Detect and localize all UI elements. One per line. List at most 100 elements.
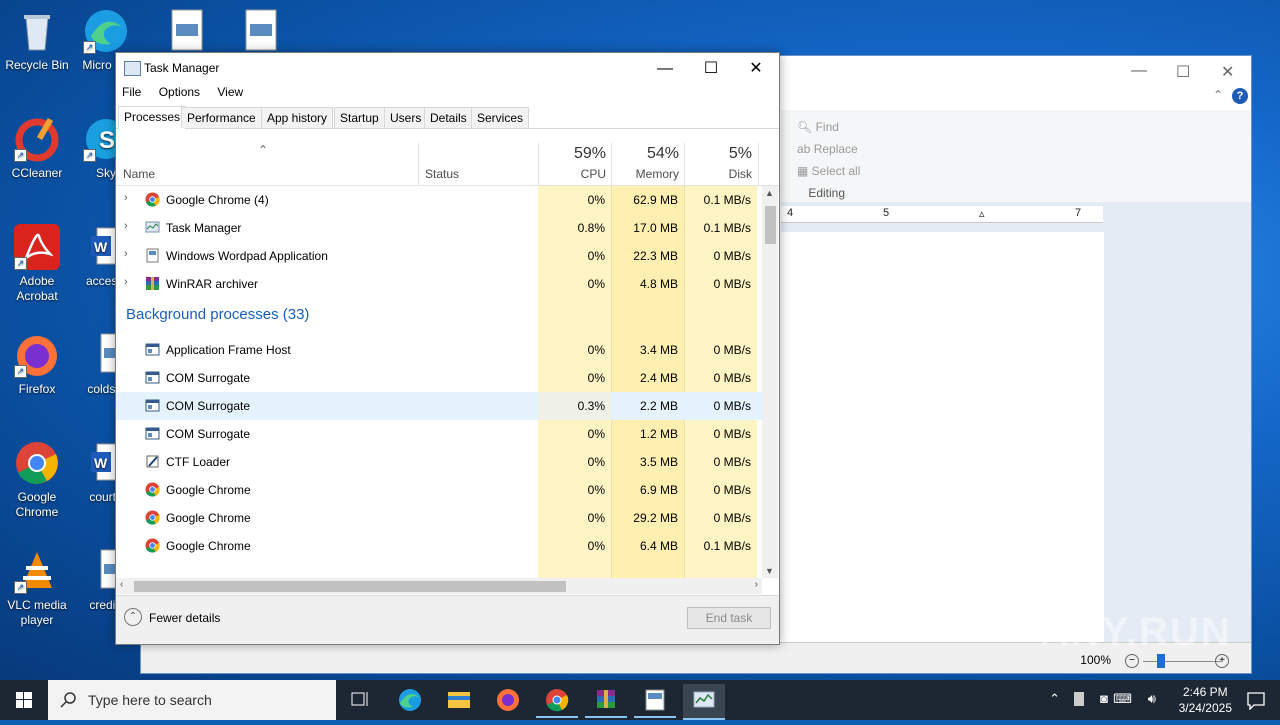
close-button[interactable]: ✕ [1221, 62, 1234, 82]
notifications-icon[interactable] [1246, 690, 1266, 710]
taskbar-firefox[interactable] [487, 684, 529, 716]
tab-processes[interactable]: Processes [118, 106, 187, 129]
chevron-right-icon[interactable]: › [124, 192, 128, 204]
horizontal-scrollbar[interactable]: ‹ › [116, 578, 762, 594]
minimize-button[interactable]: — [642, 55, 688, 83]
taskbar-winrar[interactable] [585, 684, 627, 718]
disk-value: 0 MB/s [713, 277, 751, 291]
background-row[interactable]: COM Surrogate 0.3% 2.2 MB 0 MB/s [116, 392, 762, 420]
app-row[interactable]: › Google Chrome (4) 0% 62.9 MB 0.1 MB/s [116, 186, 762, 214]
replace-button[interactable]: ab Replace [797, 138, 860, 160]
scroll-left-icon[interactable]: ‹ [120, 579, 123, 590]
background-row[interactable]: COM Surrogate 0% 1.2 MB 0 MB/s [116, 420, 762, 448]
menu-file[interactable]: File [122, 85, 141, 99]
document-page[interactable] [781, 232, 1104, 672]
menu-options[interactable]: Options [159, 85, 200, 99]
chevron-right-icon[interactable]: › [124, 220, 128, 232]
background-row[interactable]: CTF Loader 0% 3.5 MB 0 MB/s [116, 448, 762, 476]
tab-services[interactable]: Services [471, 107, 530, 128]
column-cpu[interactable]: 59% CPU [538, 143, 612, 185]
tab-startup[interactable]: Startup [334, 107, 385, 128]
background-processes-header: Background processes (33) [116, 298, 762, 336]
scroll-down-icon[interactable]: ▼ [765, 566, 774, 576]
vertical-scrollbar[interactable]: ▲ ▼ [762, 186, 778, 578]
start-button[interactable] [0, 680, 48, 720]
end-task-button[interactable]: End task [687, 607, 771, 629]
clock[interactable]: 2:46 PM 3/24/2025 [1179, 684, 1232, 716]
tab-users[interactable]: Users [384, 107, 428, 128]
taskbar-search-box[interactable]: Type here to search [48, 680, 336, 720]
windows-logo-icon [16, 692, 32, 708]
maximize-button[interactable]: ☐ [1176, 62, 1190, 82]
window-icon [145, 426, 160, 441]
desktop-icon-google-chrome[interactable]: Google Chrome [0, 440, 74, 520]
background-row[interactable]: Google Chrome 0% 29.2 MB 0 MB/s [116, 504, 762, 532]
volume-icon[interactable]: 🔊︎ [1148, 691, 1156, 707]
zoom-in-button[interactable]: + [1215, 654, 1229, 668]
chevron-up-icon[interactable]: ⌃ [1049, 691, 1060, 707]
desktop-icon-adobe-acrobat[interactable]: ↗ Adobe Acrobat [0, 224, 74, 304]
background-row[interactable]: Application Frame Host 0% 3.4 MB 0 MB/s [116, 336, 762, 364]
column-status[interactable]: Status [418, 143, 539, 185]
help-icon[interactable]: ? [1232, 88, 1248, 104]
webcam-icon[interactable]: ◙ [1100, 691, 1108, 706]
close-button[interactable]: ✕ [733, 55, 779, 83]
cpu-value: 0% [587, 427, 605, 441]
tab-details[interactable]: Details [424, 107, 473, 128]
background-row[interactable]: COM Surrogate 0% 2.4 MB 0 MB/s [116, 364, 762, 392]
process-name: Task Manager [166, 221, 242, 235]
taskbar-wordpad[interactable] [634, 684, 676, 718]
taskbar-file-explorer[interactable] [438, 684, 480, 716]
taskbar-edge[interactable] [389, 684, 431, 716]
tab-app-history[interactable]: App history [261, 107, 334, 128]
window-icon [145, 398, 160, 413]
app-row[interactable]: › WinRAR archiver 0% 4.8 MB 0 MB/s [116, 270, 762, 298]
memory-value: 22.3 MB [633, 249, 678, 263]
zoom-out-button[interactable]: − [1125, 654, 1139, 668]
desktop-icon-file-1[interactable] [150, 8, 224, 58]
memory-value: 17.0 MB [633, 221, 678, 235]
desktop-icon-file-2[interactable] [224, 8, 298, 58]
scroll-right-icon[interactable]: › [755, 579, 758, 590]
zoom-slider[interactable] [1143, 661, 1221, 662]
menu-view[interactable]: View [217, 85, 243, 99]
desktop-icon-firefox[interactable]: ↗ Firefox [0, 332, 74, 397]
app-row[interactable]: › Task Manager 0.8% 17.0 MB 0.1 MB/s [116, 214, 762, 242]
disk-value: 0 MB/s [713, 483, 751, 497]
background-row[interactable]: Google Chrome 0% 6.9 MB 0 MB/s [116, 476, 762, 504]
select-all-button[interactable]: ▦ Select all [797, 160, 860, 182]
desktop-icon-ccleaner[interactable]: ↗ CCleaner [0, 116, 74, 181]
chrome-icon [145, 510, 160, 525]
column-name[interactable]: Name [123, 167, 155, 181]
zoom-slider-thumb[interactable] [1157, 654, 1165, 668]
app-row[interactable]: › Windows Wordpad Application 0% 22.3 MB 0 M… [116, 242, 762, 270]
network-icon[interactable]: ⌨ [1113, 691, 1132, 707]
chevron-right-icon[interactable]: › [124, 276, 128, 288]
window-title: Task Manager [144, 61, 220, 75]
chevron-up-icon[interactable]: ⌃ [124, 608, 142, 626]
cpu-value: 0% [587, 193, 605, 207]
process-name: WinRAR archiver [166, 277, 259, 291]
minimize-button[interactable]: — [1131, 62, 1147, 80]
column-disk[interactable]: 5% Disk [684, 143, 759, 185]
tab-performance[interactable]: Performance [181, 107, 262, 128]
recycle-bin-icon [14, 8, 60, 54]
find-button[interactable]: 🔍︎ Find [797, 116, 860, 138]
taskbar-chrome[interactable] [536, 684, 578, 718]
vertical-scroll-thumb[interactable] [765, 206, 776, 244]
collapse-ribbon-icon[interactable]: ⌃ [1213, 88, 1223, 102]
taskbar-task-manager[interactable] [683, 684, 725, 720]
fewer-details-button[interactable]: Fewer details [149, 611, 220, 625]
scroll-up-icon[interactable]: ▲ [765, 188, 774, 198]
task-view-button[interactable] [339, 684, 381, 716]
pen-icon [145, 454, 160, 469]
horizontal-scroll-thumb[interactable] [134, 581, 566, 592]
desktop-icon-vlc[interactable]: ↗ VLC media player [0, 548, 74, 628]
maximize-button[interactable]: ☐ [688, 55, 734, 83]
column-memory[interactable]: 54% Memory [611, 143, 685, 185]
chevron-right-icon[interactable]: › [124, 248, 128, 260]
background-row[interactable]: Google Chrome 0% 6.4 MB 0.1 MB/s [116, 532, 762, 560]
desktop-icon-recycle-bin[interactable]: Recycle Bin [0, 8, 74, 73]
device-icon[interactable] [1074, 692, 1084, 706]
task-manager-window[interactable]: Task Manager — ☐ ✕ File Options View Pro… [115, 52, 780, 645]
